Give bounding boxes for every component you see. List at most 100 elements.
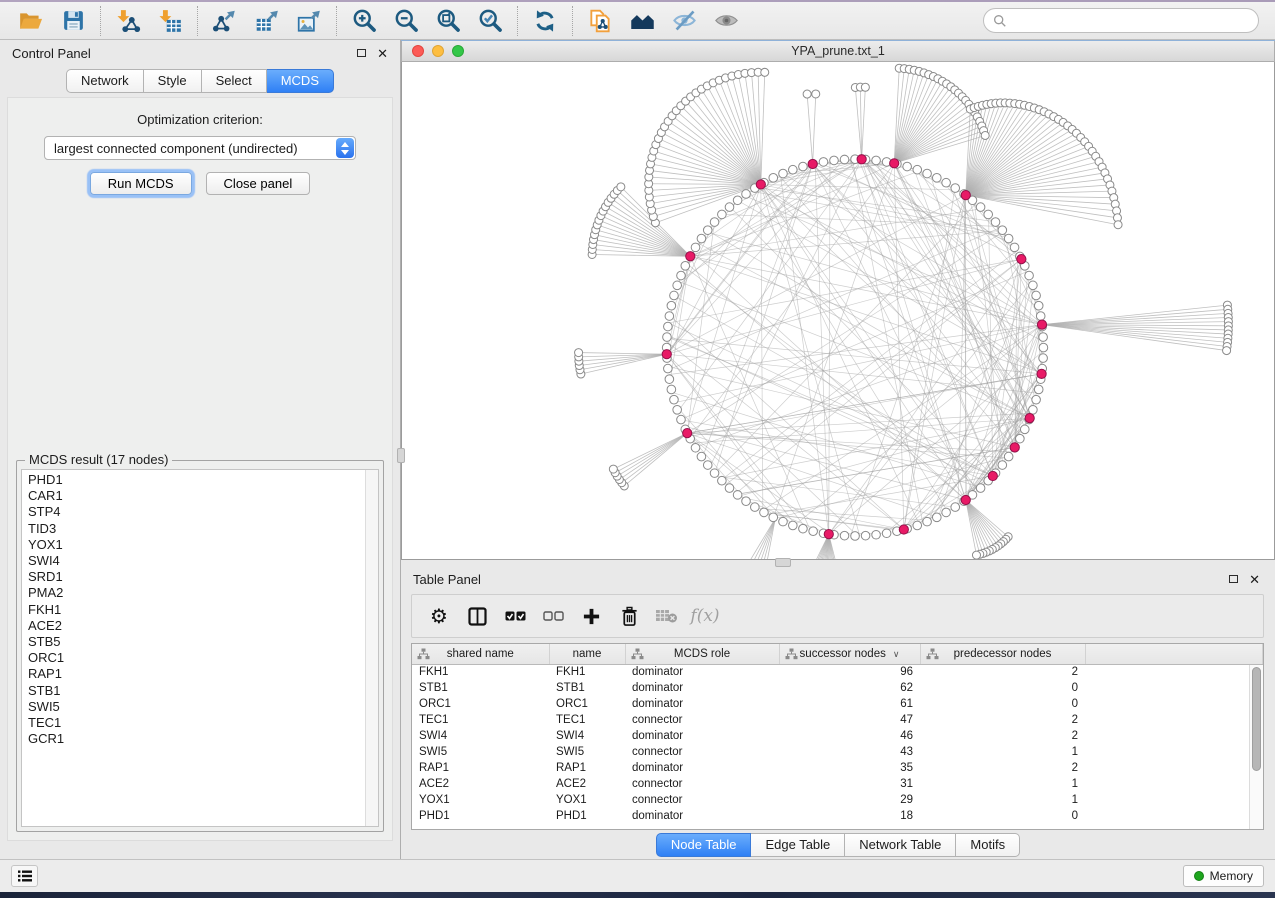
list-icon [17, 869, 33, 883]
mcds-result-item[interactable]: STB1 [28, 683, 378, 699]
hide-selected-button[interactable] [663, 5, 705, 37]
zoom-fit-button[interactable] [427, 5, 469, 37]
mcds-result-item[interactable]: TID3 [28, 521, 378, 537]
zoom-out-button[interactable] [385, 5, 427, 37]
tab-mcds[interactable]: MCDS [267, 69, 334, 93]
network-canvas[interactable] [401, 62, 1275, 560]
close-table-panel-icon[interactable]: ✕ [1249, 573, 1260, 586]
mcds-result-item[interactable]: PHD1 [28, 472, 378, 488]
zoom-selected-button[interactable] [469, 5, 511, 37]
table-row[interactable]: ACE2 ACE2 connector 31 1 [412, 776, 1263, 792]
deselect-all-button[interactable] [534, 598, 572, 634]
tab-node-table[interactable]: Node Table [656, 833, 752, 857]
plus-icon [582, 607, 601, 626]
table-row[interactable]: SWI5 SWI5 connector 43 1 [412, 744, 1263, 760]
export-image-button[interactable] [288, 5, 330, 37]
table-row[interactable]: RAP1 RAP1 dominator 35 2 [412, 760, 1263, 776]
show-all-button[interactable] [705, 5, 747, 37]
zoom-in-button[interactable] [343, 5, 385, 37]
tab-select[interactable]: Select [202, 69, 267, 93]
mcds-result-item[interactable]: STP4 [28, 504, 378, 520]
table-settings-button[interactable]: ⚙ [420, 598, 458, 634]
toolbar-separator [197, 6, 198, 36]
run-mcds-button[interactable]: Run MCDS [90, 172, 192, 195]
save-session-button[interactable] [52, 5, 94, 37]
close-panel-icon[interactable]: ✕ [377, 47, 388, 60]
open-file-button[interactable] [10, 5, 52, 37]
import-network-button[interactable] [107, 5, 149, 37]
table-scrollbar-thumb[interactable] [1252, 667, 1261, 771]
select-all-button[interactable] [496, 598, 534, 634]
memory-button[interactable]: Memory [1183, 865, 1264, 887]
mcds-result-item[interactable]: SRD1 [28, 569, 378, 585]
add-column-button[interactable] [572, 598, 610, 634]
show-eye-icon [713, 7, 740, 34]
cytoscape-window: Control Panel ✕ Network Style Select MCD… [0, 2, 1275, 892]
mcds-result-item[interactable]: ORC1 [28, 650, 378, 666]
column-header-shared-name[interactable]: shared name [412, 644, 549, 664]
import-table-button[interactable] [149, 5, 191, 37]
column-header-mcds-role[interactable]: MCDS role [625, 644, 779, 664]
hide-eye-icon [671, 7, 698, 34]
tab-motifs[interactable]: Motifs [956, 833, 1020, 857]
mcds-result-item[interactable]: SWI5 [28, 699, 378, 715]
new-network-from-selection-button[interactable] [579, 5, 621, 37]
toolbar-separator [100, 6, 101, 36]
search-box[interactable] [983, 8, 1259, 33]
export-network-button[interactable] [204, 5, 246, 37]
table-row[interactable]: PHD1 PHD1 dominator 18 0 [412, 808, 1263, 824]
table-row[interactable]: STB1 STB1 dominator 62 0 [412, 680, 1263, 696]
mcds-result-item[interactable]: CAR1 [28, 488, 378, 504]
table-scrollbar[interactable] [1249, 665, 1263, 829]
task-history-button[interactable] [11, 865, 38, 887]
tab-edge-table[interactable]: Edge Table [751, 833, 845, 857]
mcds-result-item[interactable]: RAP1 [28, 666, 378, 682]
network-graph[interactable] [402, 62, 1274, 559]
vertical-splitter-handle[interactable] [397, 448, 405, 463]
horizontal-splitter[interactable] [401, 560, 1275, 566]
column-header-filler [1085, 644, 1263, 664]
column-header-name[interactable]: name [549, 644, 625, 664]
column-header-predecessor-nodes[interactable]: predecessor nodes [920, 644, 1085, 664]
mcds-list-scrollbar[interactable] [365, 470, 378, 826]
float-table-panel-icon[interactable] [1229, 575, 1238, 583]
table-row[interactable]: TEC1 TEC1 connector 47 2 [412, 712, 1263, 728]
mcds-result-item[interactable]: GCR1 [28, 731, 378, 747]
tab-network-table[interactable]: Network Table [845, 833, 956, 857]
first-neighbors-button[interactable] [621, 5, 663, 37]
export-network-icon [212, 8, 238, 34]
mcds-result-item[interactable]: YOX1 [28, 537, 378, 553]
mcds-result-item[interactable]: PMA2 [28, 585, 378, 601]
tab-style[interactable]: Style [144, 69, 202, 93]
import-table-icon [157, 8, 183, 34]
delete-column-button[interactable] [610, 598, 648, 634]
trash-icon [620, 606, 639, 627]
table-row[interactable]: ORC1 ORC1 dominator 61 0 [412, 696, 1263, 712]
import-network-icon [115, 8, 141, 34]
float-panel-icon[interactable] [357, 49, 366, 57]
show-column-button[interactable] [458, 598, 496, 634]
optimization-criterion-label: Optimization criterion: [16, 112, 384, 127]
tab-network[interactable]: Network [66, 69, 144, 93]
mcds-result-item[interactable]: ACE2 [28, 618, 378, 634]
mcds-result-list[interactable]: PHD1CAR1STP4TID3YOX1SWI4SRD1PMA2FKH1ACE2… [21, 469, 379, 827]
table-row[interactable]: FKH1 FKH1 dominator 96 2 [412, 664, 1263, 680]
search-input[interactable] [1013, 14, 1249, 28]
horizontal-splitter-handle[interactable] [775, 558, 791, 567]
mcds-result-item[interactable]: FKH1 [28, 602, 378, 618]
optimization-criterion-value: largest connected component (undirected) [47, 141, 336, 156]
main-toolbar [0, 2, 1275, 40]
refresh-button[interactable] [524, 5, 566, 37]
mcds-result-item[interactable]: SWI4 [28, 553, 378, 569]
optimization-criterion-select[interactable]: largest connected component (undirected) [44, 136, 356, 160]
table-row[interactable]: SWI4 SWI4 dominator 46 2 [412, 728, 1263, 744]
export-table-button[interactable] [246, 5, 288, 37]
column-header-successor-nodes[interactable]: successor nodes∨ [779, 644, 920, 664]
mcds-result-item[interactable]: STB5 [28, 634, 378, 650]
node-table-body: FKH1 FKH1 dominator 96 2 STB1 STB1 dom [412, 664, 1263, 824]
control-panel-tabs: Network Style Select MCDS [0, 69, 400, 93]
close-panel-button[interactable]: Close panel [206, 172, 311, 195]
table-row[interactable]: YOX1 YOX1 connector 29 1 [412, 792, 1263, 808]
network-window-titlebar[interactable]: YPA_prune.txt_1 [401, 41, 1275, 62]
mcds-result-item[interactable]: TEC1 [28, 715, 378, 731]
